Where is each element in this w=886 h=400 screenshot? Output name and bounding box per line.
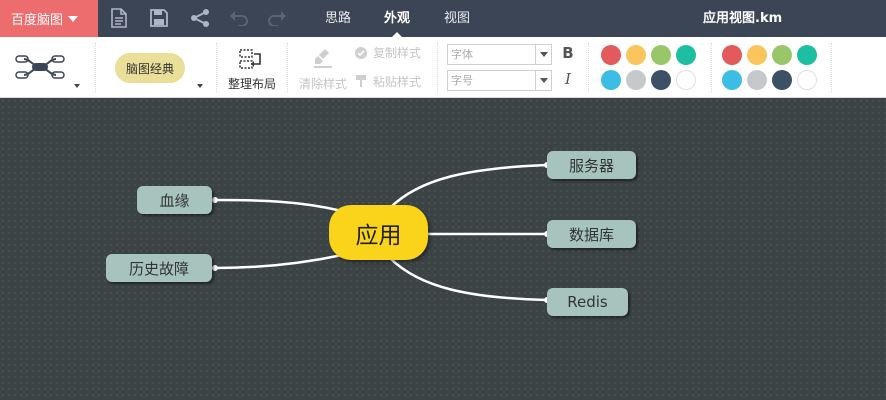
mindmap-template-icon [15, 55, 65, 79]
divider [95, 43, 96, 93]
theme-button[interactable]: 脑图经典 [115, 53, 185, 83]
bold-button[interactable]: B [561, 44, 575, 64]
paste-style-icon [354, 73, 368, 87]
brand-menu-button[interactable]: 百度脑图 [0, 0, 98, 37]
text-color-swatch[interactable] [651, 45, 671, 65]
bg-color-swatch[interactable] [747, 70, 767, 90]
bg-color-swatch[interactable] [722, 70, 742, 90]
font-family-select[interactable]: 字体 [447, 44, 552, 65]
font-size-placeholder: 字号 [451, 74, 473, 87]
font-size-select[interactable]: 字号 [447, 70, 552, 91]
file-title: 应用视图.km [703, 11, 783, 26]
node-database[interactable]: 数据库 [547, 220, 636, 248]
appearance-toolbar: 脑图经典 整理布局 清除样式 复制样式 粘贴样式 字体 字号 B I [0, 37, 886, 98]
text-color-swatch[interactable] [601, 70, 621, 90]
text-color-swatch[interactable] [651, 70, 671, 90]
chevron-down-icon [535, 45, 551, 64]
redo-icon[interactable] [264, 5, 290, 31]
clear-style-button[interactable] [312, 47, 334, 69]
divider [588, 43, 589, 93]
top-bar: 百度脑图 思路 外观 视图 应用视图.km [0, 0, 886, 37]
reset-layout-button[interactable] [238, 47, 266, 71]
mindmap-canvas[interactable]: 血缘 历史故障 应用 服务器 数据库 Redis [0, 98, 886, 400]
share-icon[interactable] [187, 5, 213, 31]
bg-color-swatch[interactable] [797, 45, 817, 65]
text-color-swatch[interactable] [676, 70, 696, 90]
root-node[interactable]: 应用 [329, 205, 428, 260]
divider [216, 43, 217, 93]
tab-view[interactable]: 视图 [444, 0, 470, 37]
copy-style-icon [354, 45, 368, 59]
copy-style-button[interactable]: 复制样式 [373, 44, 421, 61]
link-dot [212, 265, 218, 271]
paste-style-button[interactable]: 粘贴样式 [373, 73, 421, 90]
tab-idea[interactable]: 思路 [325, 0, 351, 37]
node-bloodline[interactable]: 血缘 [137, 186, 212, 214]
theme-dropdown-icon[interactable] [197, 84, 203, 88]
layout-icon [239, 49, 261, 69]
node-redis[interactable]: Redis [547, 288, 628, 316]
bg-color-swatch[interactable] [772, 45, 792, 65]
bg-color-swatch[interactable] [747, 45, 767, 65]
bg-color-swatch[interactable] [722, 45, 742, 65]
bg-color-swatch[interactable] [772, 70, 792, 90]
divider [831, 43, 832, 93]
template-button[interactable] [14, 50, 66, 84]
divider [287, 43, 288, 93]
bg-color-swatch[interactable] [797, 70, 817, 90]
chevron-down-icon [535, 71, 551, 90]
connector-lines [212, 162, 550, 303]
brand-label: 百度脑图 [11, 13, 64, 28]
reset-layout-label[interactable]: 整理布局 [228, 75, 276, 92]
link-right-top [389, 163, 548, 209]
text-color-swatch[interactable] [676, 45, 696, 65]
save-icon[interactable] [146, 5, 172, 31]
text-color-swatch[interactable] [601, 45, 621, 65]
tab-appearance[interactable]: 外观 [384, 0, 410, 37]
font-family-placeholder: 字体 [451, 48, 473, 61]
caret-down-icon [68, 15, 79, 22]
text-color-swatch[interactable] [626, 70, 646, 90]
link-left-top [214, 198, 343, 213]
new-file-icon[interactable] [106, 5, 132, 31]
link-dot [212, 197, 218, 203]
divider [711, 43, 712, 93]
brush-icon [314, 49, 332, 68]
italic-button[interactable]: I [561, 70, 575, 90]
clear-style-label[interactable]: 清除样式 [299, 75, 347, 92]
undo-icon[interactable] [226, 5, 252, 31]
link-right-bottom [389, 257, 548, 302]
text-color-swatch[interactable] [626, 45, 646, 65]
node-history-failures[interactable]: 历史故障 [106, 254, 212, 282]
link-left-bottom [214, 253, 343, 270]
template-dropdown-icon[interactable] [74, 84, 80, 88]
node-servers[interactable]: 服务器 [547, 151, 636, 179]
divider [437, 43, 438, 93]
